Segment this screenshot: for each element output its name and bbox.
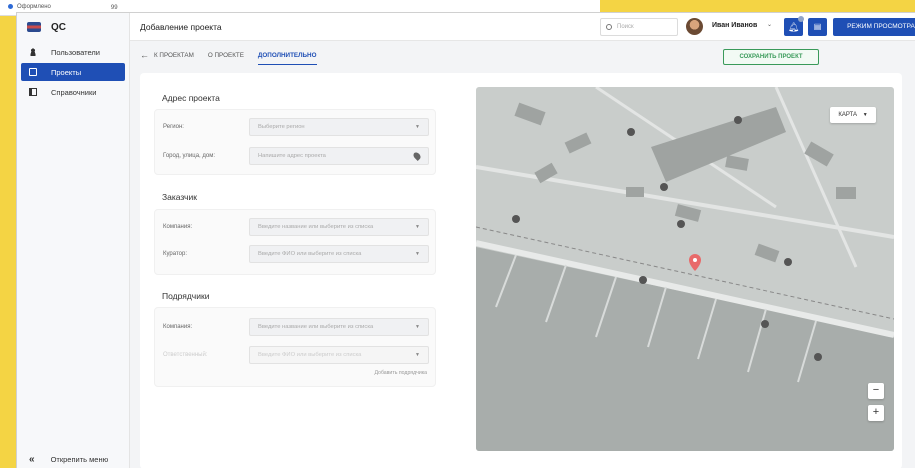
chevron-down-icon[interactable]: ⌄ (767, 21, 772, 28)
building (725, 155, 749, 171)
company-label: Компания: (163, 324, 193, 330)
page-title: Добавление проекта (140, 21, 222, 32)
customer-company-select[interactable]: Введите название или выберите из списка … (249, 218, 429, 236)
address-card: Регион: Выберите регион ▼ Город, улица, … (154, 109, 436, 175)
guide-button[interactable]: ▤ (808, 18, 827, 36)
chevron-down-icon: ▼ (415, 352, 420, 358)
map-poi-icon (677, 220, 685, 228)
location-marker-icon (689, 254, 701, 271)
arrow-left-icon: ← (140, 50, 149, 60)
building (836, 187, 856, 199)
location-pin-icon (412, 151, 422, 161)
chevron-down-icon: ▼ (415, 324, 420, 330)
region-select[interactable]: Выберите регион ▼ (249, 118, 429, 136)
book-icon (29, 88, 37, 96)
unpin-menu-label: Открепить меню (50, 455, 109, 464)
responsible-select[interactable]: Введите ФИО или выберите из списка ▼ (249, 346, 429, 364)
sidebar-item-label: Проекты (51, 67, 82, 77)
search-placeholder: Поиск (617, 24, 634, 30)
location-marker-dot (693, 258, 697, 262)
curator-placeholder: Введите ФИО или выберите из списка (258, 251, 362, 257)
responsible-label: Ответственный: (163, 352, 208, 358)
view-mode-button[interactable]: РЕЖИМ ПРОСМОТРА (833, 18, 915, 36)
street-input[interactable]: Напишите адрес проекта (249, 147, 429, 165)
building (651, 107, 786, 182)
zoom-out-button[interactable]: − (868, 383, 884, 399)
back-label: К ПРОЕКТАМ (154, 51, 194, 59)
map-type-dropdown[interactable]: КАРТА ▼ (830, 107, 876, 123)
background-item-value: 99 (110, 4, 118, 11)
sidebar-item-users[interactable]: Пользователи (21, 43, 125, 61)
header: Добавление проекта Поиск Иван Иванов ⌄ 🔔… (130, 13, 915, 41)
street-placeholder: Напишите адрес проекта (258, 153, 326, 159)
map-canvas[interactable] (476, 87, 894, 451)
region-label: Регион: (163, 124, 184, 130)
user-name[interactable]: Иван Иванов (712, 22, 757, 29)
section-title-contractors: Подрядчики (162, 291, 210, 301)
sidebar-item-label: Пользователи (51, 47, 100, 57)
company-label: Компания: (163, 224, 193, 230)
building (564, 132, 592, 154)
sidebar-item-label: Справочники (51, 87, 97, 97)
curator-label: Куратор: (163, 251, 187, 257)
map-type-label: КАРТА (838, 112, 858, 118)
map-poi-icon (627, 128, 635, 136)
user-icon (29, 48, 37, 56)
map-poi-icon (639, 276, 647, 284)
avatar[interactable] (686, 18, 703, 35)
search-icon (606, 24, 612, 30)
building (626, 187, 644, 197)
map-poi-icon (814, 353, 822, 361)
map-poi-icon (761, 320, 769, 328)
chevron-down-icon: ▼ (415, 124, 420, 130)
contractor-company-select[interactable]: Введите название или выберите из списка … (249, 318, 429, 336)
bell-icon: 🔔︎ (787, 22, 800, 32)
map-poi-icon (734, 116, 742, 124)
building (754, 243, 780, 263)
add-contractor-link[interactable]: Добавить подрядчика (374, 370, 427, 376)
map-poi-icon (784, 258, 792, 266)
map[interactable]: КАРТА ▼ − + (476, 87, 894, 451)
company-placeholder: Введите название или выберите из списка (258, 224, 374, 230)
book-open-icon: ▤ (813, 22, 822, 31)
map-poi-icon (660, 183, 668, 191)
company-placeholder: Введите название или выберите из списка (258, 324, 374, 330)
app-logo[interactable]: QC (17, 13, 129, 41)
building (674, 204, 702, 222)
main-content: Адрес проекта Регион: Выберите регион ▼ … (140, 73, 902, 468)
curator-select[interactable]: Введите ФИО или выберите из списка ▼ (249, 245, 429, 263)
street-label: Город, улица, дом: (163, 153, 216, 159)
customer-card: Компания: Введите название или выберите … (154, 209, 436, 275)
section-title-address: Адрес проекта (162, 93, 220, 103)
background-item: Оформлено (8, 4, 51, 11)
logo-text: QC (51, 21, 66, 33)
building (514, 102, 546, 126)
sidebar: QC Пользователи Проекты Справочники « От… (17, 13, 130, 468)
region-placeholder: Выберите регион (258, 124, 305, 130)
document-icon (29, 68, 37, 76)
tab-about-project[interactable]: О ПРОЕКТЕ (208, 52, 244, 59)
zoom-in-button[interactable]: + (868, 405, 884, 421)
sea-area (476, 247, 894, 451)
app-window: QC Пользователи Проекты Справочники « От… (16, 12, 915, 468)
double-chevron-left-icon: « (29, 454, 35, 465)
contractors-card: Компания: Введите название или выберите … (154, 307, 436, 387)
save-project-button[interactable]: СОХРАНИТЬ ПРОЕКТ (723, 49, 819, 65)
sidebar-item-directories[interactable]: Справочники (21, 83, 125, 101)
back-to-projects-link[interactable]: ← К ПРОЕКТАМ (140, 50, 194, 60)
tab-additional[interactable]: ДОПОЛНИТЕЛЬНО (257, 52, 317, 65)
chevron-down-icon: ▼ (415, 224, 420, 230)
section-title-customer: Заказчик (162, 192, 197, 202)
notification-badge (798, 16, 804, 22)
unpin-menu-button[interactable]: « Открепить меню (17, 454, 108, 465)
search-input[interactable]: Поиск (600, 18, 678, 36)
map-poi-icon (512, 215, 520, 223)
logo-icon (27, 22, 41, 32)
sidebar-item-projects[interactable]: Проекты (21, 63, 125, 81)
chevron-down-icon: ▼ (862, 112, 868, 118)
chevron-down-icon: ▼ (415, 251, 420, 257)
responsible-placeholder: Введите ФИО или выберите из списка (258, 352, 362, 358)
